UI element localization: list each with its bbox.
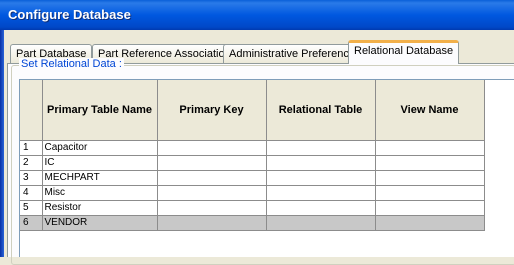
tab-relational-database[interactable]: Relational Database xyxy=(348,40,460,64)
table-row-selected[interactable]: 6 VENDOR xyxy=(20,215,485,231)
relational-table-cell[interactable] xyxy=(266,200,376,216)
primary-key-cell[interactable] xyxy=(157,140,267,156)
primary-key-cell[interactable] xyxy=(157,155,267,171)
column-header-relational-table[interactable]: Relational Table xyxy=(266,80,376,141)
grid-table: Primary Table Name Primary Key Relationa… xyxy=(20,80,485,231)
table-row[interactable]: 2 IC xyxy=(20,155,485,171)
view-name-cell[interactable] xyxy=(375,200,485,216)
group-label: Set Relational Data : xyxy=(19,58,124,70)
primary-key-cell[interactable] xyxy=(157,215,267,231)
primary-table-name-cell[interactable]: Misc xyxy=(42,185,158,201)
column-header-primary-key[interactable]: Primary Key xyxy=(157,80,267,141)
primary-table-name-cell[interactable]: VENDOR xyxy=(42,215,158,231)
row-number[interactable]: 6 xyxy=(20,215,43,231)
column-header-view-name[interactable]: View Name xyxy=(375,80,485,141)
primary-table-name-cell[interactable]: Capacitor xyxy=(42,140,158,156)
relational-table-cell[interactable] xyxy=(266,185,376,201)
tab-administrative-preferences[interactable]: Administrative Preferences xyxy=(223,44,367,63)
relational-table-cell[interactable] xyxy=(266,140,376,156)
row-number[interactable]: 5 xyxy=(20,200,43,216)
view-name-cell[interactable] xyxy=(375,170,485,186)
table-row[interactable]: 4 Misc xyxy=(20,185,485,201)
primary-key-cell[interactable] xyxy=(157,185,267,201)
view-name-cell[interactable] xyxy=(375,155,485,171)
column-header-primary-table-name[interactable]: Primary Table Name xyxy=(42,80,158,141)
corner-header-cell[interactable] xyxy=(20,80,43,141)
relational-data-grid[interactable]: Primary Table Name Primary Key Relationa… xyxy=(19,79,514,257)
row-number[interactable]: 1 xyxy=(20,140,43,156)
table-row[interactable]: 1 Capacitor xyxy=(20,140,485,156)
primary-table-name-cell[interactable]: Resistor xyxy=(42,200,158,216)
row-number[interactable]: 2 xyxy=(20,155,43,171)
window-title: Configure Database xyxy=(8,7,131,22)
primary-table-name-cell[interactable]: IC xyxy=(42,155,158,171)
grid-header-row: Primary Table Name Primary Key Relationa… xyxy=(20,80,485,141)
view-name-cell[interactable] xyxy=(375,185,485,201)
primary-key-cell[interactable] xyxy=(157,170,267,186)
view-name-cell[interactable] xyxy=(375,215,485,231)
primary-table-name-cell[interactable]: MECHPART xyxy=(42,170,158,186)
view-name-cell[interactable] xyxy=(375,140,485,156)
row-number[interactable]: 3 xyxy=(20,170,43,186)
table-row[interactable]: 3 MECHPART xyxy=(20,170,485,186)
relational-table-cell[interactable] xyxy=(266,155,376,171)
primary-key-cell[interactable] xyxy=(157,200,267,216)
relational-table-cell[interactable] xyxy=(266,215,376,231)
title-bar[interactable]: Configure Database xyxy=(0,0,514,30)
relational-table-cell[interactable] xyxy=(266,170,376,186)
table-row[interactable]: 5 Resistor xyxy=(20,200,485,216)
row-number[interactable]: 4 xyxy=(20,185,43,201)
